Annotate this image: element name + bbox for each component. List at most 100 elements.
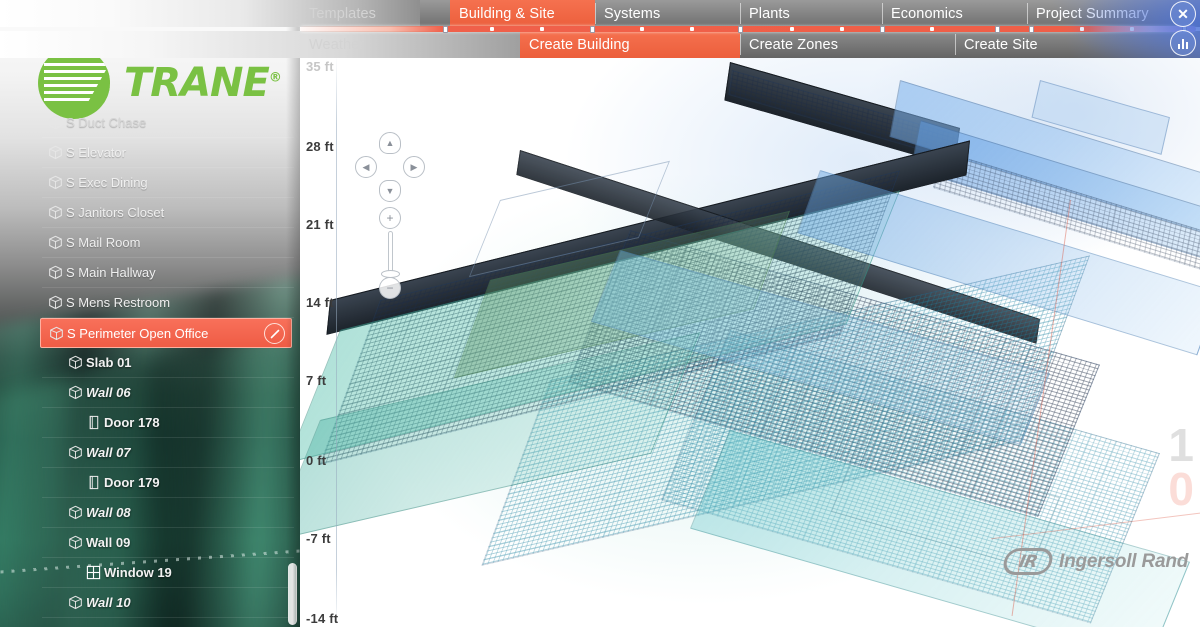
tab-label: Systems — [604, 5, 661, 22]
tab-separator — [1027, 3, 1028, 24]
tab-plants[interactable]: Plants — [740, 0, 882, 27]
tab-systems[interactable]: Systems — [595, 0, 740, 27]
door-icon — [82, 415, 104, 430]
tree-item-label: Wall 09 — [86, 535, 131, 550]
tab-separator — [882, 3, 883, 24]
pan-down-button[interactable]: ▼ — [379, 180, 401, 202]
tab-label: Create Building — [529, 36, 630, 53]
tab-label: Project Summary — [1036, 5, 1149, 22]
rail-dot — [690, 27, 694, 31]
tab-create-building[interactable]: Create Building — [520, 31, 740, 58]
tree-item-label: Wall 07 — [86, 445, 131, 460]
tab-economics[interactable]: Economics — [882, 0, 1027, 27]
tree-item-s-janitors-closet[interactable]: S Janitors Closet — [42, 198, 294, 228]
chart-bars-icon[interactable] — [1170, 30, 1196, 56]
rail-step-node[interactable] — [590, 25, 595, 33]
rail-dot — [840, 27, 844, 31]
tree-item-wall-09[interactable]: Wall 09 — [42, 528, 294, 558]
tree-item-wall-10[interactable]: Wall 10 — [42, 588, 294, 618]
tab-label: Building & Site — [459, 5, 555, 22]
height-axis: 35 ft 28 ft 21 ft 14 ft 7 ft 0 ft -7 ft … — [302, 0, 362, 627]
chart-bars-glyph — [1177, 38, 1189, 49]
tree-item-s-mail-room[interactable]: S Mail Room — [42, 228, 294, 258]
tree-item-door-179[interactable]: Door 179 — [42, 468, 294, 498]
viewport-navigation-widget[interactable]: ▲ ◀ ▶ ▼ + − — [355, 132, 425, 302]
zoom-out-button[interactable]: − — [379, 277, 401, 299]
tab-create-site[interactable]: Create Site — [955, 31, 1155, 58]
rail-step-node[interactable] — [880, 25, 885, 33]
tab-label: Templates — [309, 5, 376, 22]
rail-step-node[interactable] — [995, 25, 1000, 33]
tree-item-wall-07[interactable]: Wall 07 — [42, 438, 294, 468]
tree-item-label: Slab 01 — [86, 355, 132, 370]
tab-create-zones[interactable]: Create Zones — [740, 31, 955, 58]
cube-icon — [44, 235, 66, 250]
ir-monogram-icon: IR — [1001, 548, 1055, 575]
tab-project-summary[interactable]: Project Summary — [1027, 0, 1177, 27]
window-icon — [82, 565, 104, 580]
cube-icon — [44, 295, 66, 310]
cube-icon — [64, 445, 86, 460]
cube-icon — [64, 385, 86, 400]
tree-item-label: Wall 10 — [86, 595, 131, 610]
axis-tick-neg7ft: -7 ft — [306, 531, 331, 546]
pan-right-button[interactable]: ▶ — [403, 156, 425, 178]
close-icon[interactable]: ✕ — [1170, 1, 1196, 27]
axis-tick-35ft: 35 ft — [306, 59, 334, 74]
top-navigation[interactable]: Templates Building & Site Systems Plants Eco… — [0, 0, 1200, 58]
rail-step-node[interactable] — [738, 25, 743, 33]
cube-icon — [44, 265, 66, 280]
cube-icon — [64, 535, 86, 550]
tree-item-s-perimeter-open-office[interactable]: S Perimeter Open Office — [40, 318, 292, 348]
pan-left-button[interactable]: ◀ — [355, 156, 377, 178]
tab-separator — [595, 3, 596, 24]
tree-item-label: Door 178 — [104, 415, 160, 430]
tab-label: Create Zones — [749, 36, 839, 53]
cube-icon — [64, 355, 86, 370]
tree-item-s-duct-chase[interactable]: S Duct Chase — [42, 108, 294, 138]
zoom-slider-track[interactable] — [388, 231, 393, 275]
ingersoll-rand-logo: IR Ingersoll Rand — [1001, 548, 1188, 575]
tab-separator — [955, 34, 956, 55]
tree-item-slab-01[interactable]: Slab 01 — [42, 348, 294, 378]
pan-up-button[interactable]: ▲ — [379, 132, 401, 154]
tab-label: Weather — [309, 36, 365, 53]
application-window: 1 0 IR Ingersoll Rand 35 ft 28 ft 21 ft … — [0, 0, 1200, 627]
tree-item-door-178[interactable]: Door 178 — [42, 408, 294, 438]
tree-item-s-exec-dining[interactable]: S Exec Dining — [42, 168, 294, 198]
edit-pencil-icon[interactable] — [264, 323, 285, 344]
tab-label: Create Site — [964, 36, 1038, 53]
tab-templates[interactable]: Templates — [300, 0, 450, 27]
tree-item-wall-06[interactable]: Wall 06 — [42, 378, 294, 408]
axis-tick-21ft: 21 ft — [306, 217, 334, 232]
tree-item-window-19[interactable]: Window 19 — [42, 558, 294, 588]
tree-item-wall-08[interactable]: Wall 08 — [42, 498, 294, 528]
building-3d-model[interactable] — [300, 0, 1200, 627]
cube-icon — [44, 205, 66, 220]
trane-wordmark-text: TRANE — [124, 60, 270, 106]
axis-tick-0ft: 0 ft — [306, 453, 327, 468]
cube-icon — [64, 505, 86, 520]
model-viewport[interactable]: 1 0 — [300, 0, 1200, 627]
tree-item-label: S Duct Chase — [66, 115, 147, 130]
door-icon — [82, 475, 104, 490]
workflow-progress-rail[interactable] — [300, 26, 1196, 32]
tree-item-s-elevator[interactable]: S Elevator — [42, 138, 294, 168]
tree-item-s-main-hallway[interactable]: S Main Hallway — [42, 258, 294, 288]
rail-dot — [1080, 27, 1084, 31]
tab-weather[interactable]: Weather — [300, 31, 520, 58]
project-tree-panel[interactable]: TRANE® S Duct Chase S Elevator S Exec Dini… — [0, 0, 300, 627]
tree-item-label: S Exec Dining — [66, 175, 148, 190]
rail-step-node[interactable] — [443, 25, 448, 33]
tab-label: Plants — [749, 5, 790, 22]
cube-icon — [64, 595, 86, 610]
axis-tick-14ft: 14 ft — [306, 295, 334, 310]
zoom-in-button[interactable]: + — [379, 207, 401, 229]
ir-monogram-text: IR — [1017, 551, 1039, 572]
tab-building-site[interactable]: Building & Site — [450, 0, 595, 27]
tree-item-s-mens-restroom[interactable]: S Mens Restroom — [42, 288, 294, 318]
trane-logo-stripes — [43, 62, 110, 104]
rail-step-node[interactable] — [1029, 25, 1034, 33]
trane-trademark: ® — [268, 70, 282, 86]
model-tree[interactable]: S Duct Chase S Elevator S Exec Dining S Jan… — [40, 108, 294, 618]
